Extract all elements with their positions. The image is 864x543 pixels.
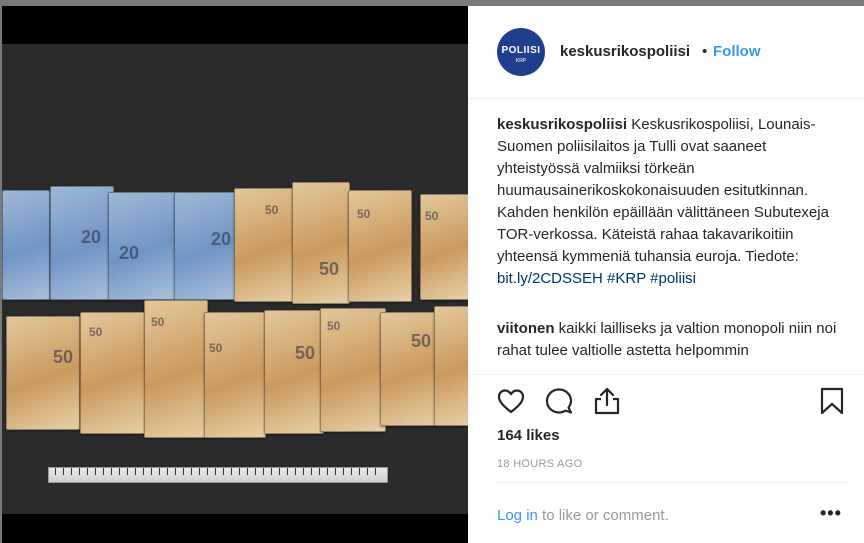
ruler	[48, 467, 388, 483]
post-photo[interactable]: 20 20 20 50 50 50 50 50 50 50 50 50 50 5…	[2, 44, 468, 514]
follow-button[interactable]: Follow	[713, 43, 761, 60]
hashtag-link[interactable]: #poliisi	[650, 270, 696, 287]
caption-text: Keskusrikospoliisi, Lounais-Suomen polii…	[497, 116, 829, 265]
post-timestamp[interactable]: 18 HOURS AGO	[497, 458, 583, 470]
instagram-post-window: 20 20 20 50 50 50 50 50 50 50 50 50 50 5…	[0, 0, 864, 543]
banknote-stack: 20	[174, 192, 236, 300]
actions-divider	[468, 374, 864, 375]
banknote-stack	[2, 190, 50, 300]
caption-username[interactable]: keskusrikospoliisi	[497, 116, 627, 133]
post-side-panel: POLIISI KRP keskusrikospoliisi • Follow …	[468, 6, 864, 543]
bookmark-icon[interactable]	[817, 386, 847, 416]
avatar-subtext: KRP	[515, 58, 527, 64]
banknote-stack: 50	[320, 308, 386, 432]
banknote-stack: 50	[144, 300, 208, 438]
banknote-stack: 50	[292, 182, 350, 304]
banknote-stack: 50	[348, 190, 412, 302]
footer-divider	[497, 482, 849, 483]
comment-username[interactable]: viitonen	[497, 320, 555, 337]
comment-icon[interactable]	[544, 386, 574, 416]
banknote-stack: 20	[50, 186, 114, 300]
more-options-button[interactable]: •••	[820, 503, 842, 524]
hashtag-link[interactable]: #KRP	[607, 270, 646, 287]
separator-dot: •	[702, 43, 708, 60]
share-icon[interactable]	[592, 386, 622, 416]
banknote-stack: 50	[6, 316, 80, 430]
photo-pane: 20 20 20 50 50 50 50 50 50 50 50 50 50 5…	[2, 6, 468, 543]
heart-icon[interactable]	[496, 386, 526, 416]
banknote-stack: 50	[264, 310, 324, 434]
login-link[interactable]: Log in	[497, 507, 538, 524]
banknote-stack: 50	[234, 188, 298, 302]
caption-url-link[interactable]: bit.ly/2CDSSEH	[497, 270, 603, 287]
login-prompt: Log in to like or comment.	[497, 507, 669, 524]
post-header: POLIISI KRP keskusrikospoliisi • Follow	[468, 6, 864, 99]
comment: viitonen kaikki lailliseks ja valtion mo…	[497, 318, 849, 362]
post-caption: keskusrikospoliisi Keskusrikospoliisi, L…	[497, 114, 849, 290]
banknote-stack	[434, 306, 468, 426]
avatar[interactable]: POLIISI KRP	[497, 28, 545, 76]
avatar-text: POLIISI	[501, 45, 541, 56]
banknote-stack: 50	[204, 312, 266, 438]
banknote-stack: 50	[420, 194, 468, 300]
banknote-stack: 20	[108, 192, 176, 300]
post-username[interactable]: keskusrikospoliisi	[560, 43, 690, 60]
likes-count[interactable]: 164 likes	[497, 427, 560, 444]
banknote-stack: 50	[380, 312, 438, 426]
login-prompt-text: to like or comment.	[537, 507, 669, 524]
banknote-stack: 50	[80, 312, 146, 434]
